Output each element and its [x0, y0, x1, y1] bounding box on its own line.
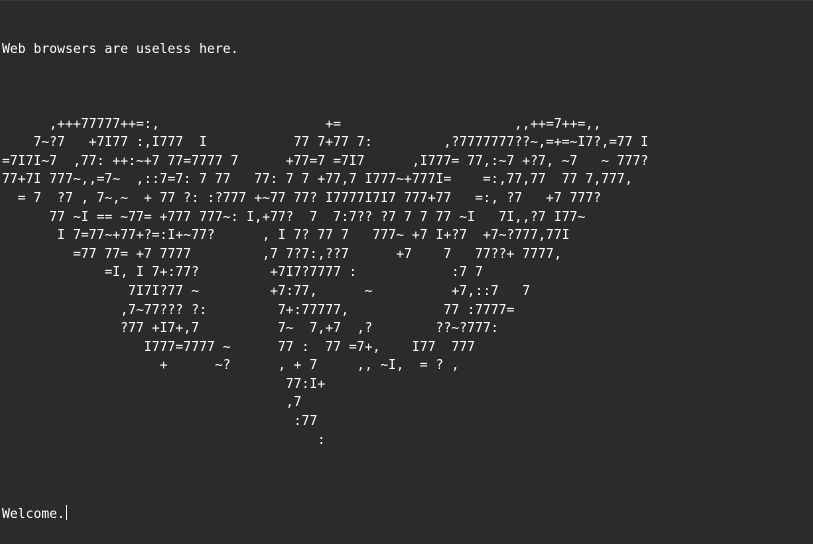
window-top-border: [0, 0, 813, 1]
ascii-art-line: 77:I+: [2, 376, 326, 392]
terminal-output[interactable]: Web browsers are useless here. ,+++77777…: [2, 4, 810, 544]
ascii-art-line: 7I7I?77 ~ +7:77, ~ +7,::7 7: [2, 283, 531, 299]
ascii-art-line: 77 ~I == ~77= +777 777~: I,+77? 7 7:7?? …: [2, 209, 586, 225]
ascii-art-line: :77: [2, 414, 318, 430]
ascii-art-line: ,7~77??? ?: 7+:77777, 77 :7777=: [2, 302, 515, 318]
ascii-art-line: = 7 ?7 , 7~,~ + 77 ?: :?777 +~77 77? I77…: [2, 190, 602, 206]
ascii-art-line: 77+7I 777~,,=7~ ,::7=7: 7 77 77: 7 7 +77…: [2, 172, 633, 188]
welcome-line[interactable]: Welcome.: [2, 505, 810, 525]
header-message: Web browsers are useless here.: [2, 42, 239, 58]
ascii-art-line: ,7: [2, 395, 302, 411]
ascii-art-line: ?77 +I7+,7 7~ 7,+7 ,? ??~?777:: [2, 321, 499, 337]
ascii-art-logo: ,+++77777++=:, += ,,++=7++=,, 7~?7 +7I77…: [2, 97, 810, 450]
ascii-art-line: I777=7777 ~ 77 : 77 =7+, I77 777: [2, 339, 475, 355]
ascii-art-line: =I, I 7+:77? +7I7?7777 : :7 7: [2, 265, 483, 281]
text-cursor: [66, 505, 68, 521]
ascii-art-line: =7I7I~7 ,77: ++:~+7 77=7777 7 +77=7 =7I7…: [2, 153, 649, 169]
welcome-text: Welcome.: [2, 507, 66, 523]
ascii-art-line: I 7=77~+77+?=:I+~77? , I 7? 77 7 777~ +7…: [2, 228, 570, 244]
ascii-art-line: + ~? , + 7 ,, ~I, = ? ,: [2, 358, 460, 374]
ascii-art-line: :: [2, 432, 326, 448]
ascii-art-line: 7~?7 +7I77 :,I777 I 77 7+77 7: ,?7777777…: [2, 135, 649, 151]
ascii-art-line: ,+++77777++=:, += ,,++=7++=,,: [2, 116, 602, 132]
ascii-art-line: =77 77= +7 7777 ,7 7?7:,??7 +7 7 77??+ 7…: [2, 246, 562, 262]
ascii-art-line: [2, 97, 810, 116]
